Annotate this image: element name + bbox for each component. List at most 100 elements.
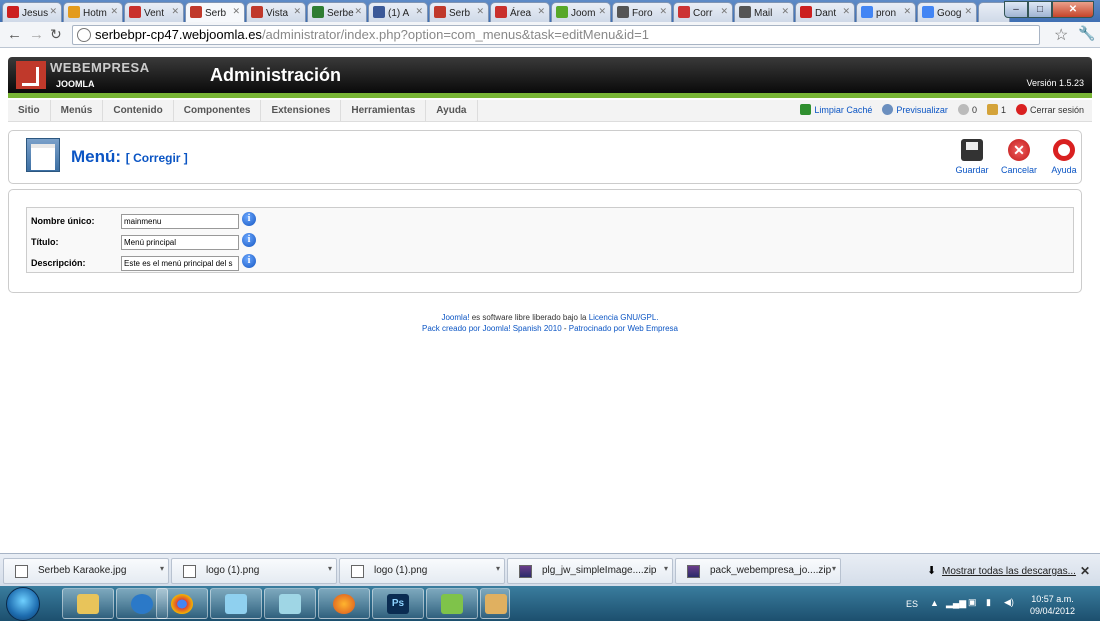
language-indicator[interactable]: ES xyxy=(906,599,918,609)
sponsor-link[interactable]: Patrocinado por Web Empresa xyxy=(569,324,678,333)
app-taskbar-button[interactable] xyxy=(210,588,262,619)
chevron-down-icon[interactable]: ▾ xyxy=(160,564,164,573)
browser-tab[interactable]: Foro ✕ xyxy=(612,2,672,22)
license-link[interactable]: Licencia GNU/GPL. xyxy=(589,313,659,322)
tab-label: Joom xyxy=(571,8,596,19)
forward-icon[interactable]: → xyxy=(29,26,44,43)
browser-tab[interactable]: (1) A ✕ xyxy=(368,2,428,22)
joomla-link[interactable]: Joomla! xyxy=(441,313,469,322)
download-item[interactable]: Serbeb Karaoke.jpg ▾ xyxy=(3,558,169,584)
signal-icon[interactable]: ▂▄▆ xyxy=(946,598,966,609)
power-icon[interactable]: ▮ xyxy=(986,597,991,608)
downloads-bar: Serbeb Karaoke.jpg ▾ logo (1).png ▾ logo… xyxy=(0,553,1100,586)
wrench-icon[interactable]: 🔧 xyxy=(1078,25,1095,42)
info-icon[interactable]: i xyxy=(242,212,256,226)
show-all-downloads-link[interactable]: Mostrar todas las descargas... xyxy=(942,566,1076,577)
close-window-button[interactable]: ✕ xyxy=(1052,1,1094,18)
browser-tab[interactable]: Hotm ✕ xyxy=(63,2,123,22)
star-icon[interactable]: ☆ xyxy=(1054,25,1068,45)
close-tab-icon[interactable]: ✕ xyxy=(781,6,789,17)
explorer-taskbar-button[interactable] xyxy=(62,588,114,619)
info-icon[interactable]: i xyxy=(242,233,256,247)
browser-tab[interactable]: Corr ✕ xyxy=(673,2,733,22)
download-item[interactable]: logo (1).png ▾ xyxy=(339,558,505,584)
tab-label: Serb xyxy=(205,8,227,19)
close-tab-icon[interactable]: ✕ xyxy=(659,6,667,17)
start-button[interactable] xyxy=(6,587,40,621)
messages-count[interactable]: 0 xyxy=(957,104,977,115)
menu-sitio[interactable]: Sitio xyxy=(8,100,51,122)
title-field[interactable]: Menú principal xyxy=(121,235,239,250)
clear-cache-link[interactable]: Limpiar Caché xyxy=(800,104,872,115)
close-tab-icon[interactable]: ✕ xyxy=(964,6,972,17)
chevron-down-icon[interactable]: ▾ xyxy=(328,564,332,573)
browser-tab[interactable]: Mail ✕ xyxy=(734,2,794,22)
paint-taskbar-button[interactable] xyxy=(480,588,510,619)
close-tab-icon[interactable]: ✕ xyxy=(842,6,850,17)
clock[interactable]: 10:57 a.m. 09/04/2012 xyxy=(1030,593,1075,617)
back-icon[interactable]: ← xyxy=(7,26,22,43)
firefox-taskbar-button[interactable] xyxy=(318,588,370,619)
close-tab-icon[interactable]: ✕ xyxy=(720,6,728,17)
name-field[interactable]: mainmenu xyxy=(121,214,239,229)
pack-link[interactable]: Pack creado por Joomla! Spanish 2010 xyxy=(422,324,562,333)
description-field[interactable]: Este es el menú principal del s xyxy=(121,256,239,271)
preview-link[interactable]: Previsualizar xyxy=(882,104,948,115)
network-icon[interactable]: ▣ xyxy=(968,597,977,608)
close-tab-icon[interactable]: ✕ xyxy=(598,6,606,17)
cancel-button[interactable]: ✕ Cancelar xyxy=(999,139,1039,175)
browser-tab[interactable]: Dant ✕ xyxy=(795,2,855,22)
browser-tab[interactable]: Serb ✕ xyxy=(185,2,245,22)
browser-tab[interactable]: Jesus ✕ xyxy=(2,2,62,22)
browser-tab[interactable]: Joom ✕ xyxy=(551,2,611,22)
browser-tab[interactable]: Serb ✕ xyxy=(429,2,489,22)
close-tab-icon[interactable]: ✕ xyxy=(232,6,240,17)
close-tab-icon[interactable]: ✕ xyxy=(354,6,362,17)
browser-tab[interactable]: Vent ✕ xyxy=(124,2,184,22)
show-hidden-icons-icon[interactable]: ▲ xyxy=(930,598,939,608)
logout-link[interactable]: Cerrar sesión xyxy=(1015,104,1084,115)
browser-toolbar: ← → ↻ serbebpr-cp47.webjoomla.es/adminis… xyxy=(0,22,1100,48)
download-item[interactable]: logo (1).png ▾ xyxy=(171,558,337,584)
app-taskbar-button[interactable] xyxy=(426,588,478,619)
menu-fieldset: Nombre único: mainmenu i Título: Menú pr… xyxy=(26,207,1074,273)
download-item[interactable]: pack_webempresa_jo....zip ▾ xyxy=(675,558,841,584)
close-icon[interactable]: ✕ xyxy=(1080,564,1090,578)
browser-tab[interactable]: Vista ✕ xyxy=(246,2,306,22)
save-button[interactable]: Guardar xyxy=(952,139,992,175)
info-icon[interactable]: i xyxy=(242,254,256,268)
volume-icon[interactable]: ◀) xyxy=(1004,597,1014,608)
browser-tab[interactable]: Área ✕ xyxy=(490,2,550,22)
app-taskbar-button[interactable] xyxy=(264,588,316,619)
browser-tab[interactable]: Serbe ✕ xyxy=(307,2,367,22)
page-info-icon[interactable] xyxy=(77,28,91,42)
users-count[interactable]: 1 xyxy=(986,104,1006,115)
close-tab-icon[interactable]: ✕ xyxy=(171,6,179,17)
reload-icon[interactable]: ↻ xyxy=(50,26,62,43)
menu-contenido[interactable]: Contenido xyxy=(103,100,174,122)
close-tab-icon[interactable]: ✕ xyxy=(537,6,545,17)
menu-extensiones[interactable]: Extensiones xyxy=(261,100,342,122)
menu-componentes[interactable]: Componentes xyxy=(174,100,262,122)
menu-menus[interactable]: Menús xyxy=(51,100,104,122)
chevron-down-icon[interactable]: ▾ xyxy=(664,564,668,573)
menu-herramientas[interactable]: Herramientas xyxy=(341,100,427,122)
browser-tab[interactable]: Goog ✕ xyxy=(917,2,977,22)
address-bar[interactable]: serbebpr-cp47.webjoomla.es/administrator… xyxy=(72,25,1040,45)
close-tab-icon[interactable]: ✕ xyxy=(293,6,301,17)
close-tab-icon[interactable]: ✕ xyxy=(415,6,423,17)
photoshop-taskbar-button[interactable]: Ps xyxy=(372,588,424,619)
menu-ayuda[interactable]: Ayuda xyxy=(426,100,478,122)
close-tab-icon[interactable]: ✕ xyxy=(49,6,57,17)
chevron-down-icon[interactable]: ▾ xyxy=(496,564,500,573)
chevron-down-icon[interactable]: ▾ xyxy=(832,564,836,573)
close-tab-icon[interactable]: ✕ xyxy=(903,6,911,17)
maximize-button[interactable]: □ xyxy=(1028,1,1052,18)
browser-tab[interactable]: pron ✕ xyxy=(856,2,916,22)
minimize-button[interactable]: – xyxy=(1004,1,1028,18)
download-item[interactable]: plg_jw_simpleImage....zip ▾ xyxy=(507,558,673,584)
help-button[interactable]: Ayuda xyxy=(1044,139,1084,175)
chrome-taskbar-button[interactable] xyxy=(156,588,208,619)
close-tab-icon[interactable]: ✕ xyxy=(476,6,484,17)
close-tab-icon[interactable]: ✕ xyxy=(110,6,118,17)
